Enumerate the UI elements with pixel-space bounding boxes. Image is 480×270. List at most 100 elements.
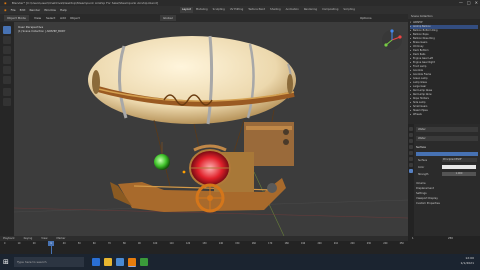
tab-scripting[interactable]: Scripting <box>341 7 357 13</box>
windows-start-icon[interactable]: ⊞ <box>3 257 9 267</box>
frame-number: 200 <box>317 242 322 245</box>
outliner-row[interactable]: ▸ Wheels <box>410 113 478 117</box>
store-icon[interactable] <box>116 258 124 266</box>
frame-number: 180 <box>284 242 289 245</box>
outliner[interactable]: Scene Collection ▾ AIRSHIP ▸ Airship Ballo… <box>408 14 480 124</box>
frame-number: 110 <box>169 242 174 245</box>
frame-number: 70 <box>107 242 111 245</box>
frame-ruler[interactable]: 0 10 20 30 40 50 60 70 80 90 100 110 120… <box>0 242 408 246</box>
render-tab-icon[interactable] <box>409 133 413 137</box>
properties-tabs <box>408 124 414 236</box>
world-tab-icon[interactable] <box>409 151 413 155</box>
output-tab-icon[interactable] <box>409 139 413 143</box>
tab-compositing[interactable]: Compositing <box>320 7 340 13</box>
blender-taskbar-icon[interactable] <box>128 258 136 267</box>
scale-icon[interactable] <box>3 66 11 74</box>
tab-layout[interactable]: Layout <box>180 7 193 13</box>
settings-section[interactable]: Settings <box>416 192 427 195</box>
object-tab-icon[interactable] <box>409 157 413 161</box>
annotate-icon[interactable] <box>3 88 11 96</box>
material-tab-icon[interactable] <box>409 169 413 173</box>
select-menu[interactable]: Select <box>46 15 55 21</box>
outliner-header: Scene Collection <box>408 14 480 19</box>
taskbar: ⊞ Type here to search 12:00 1/1/2021 <box>0 254 480 270</box>
marker-menu[interactable]: Marker <box>56 237 65 240</box>
select-box-icon[interactable] <box>3 26 11 34</box>
frame-number: 80 <box>122 242 126 245</box>
add-menu[interactable]: Add <box>60 15 66 21</box>
displacement-section[interactable]: Displacement <box>416 187 434 190</box>
surface-label: Surface <box>418 159 428 162</box>
view-menu[interactable]: View <box>34 15 41 21</box>
frame-number: 60 <box>92 242 96 245</box>
tab-shading[interactable]: Shading <box>268 7 283 13</box>
frame-number: 220 <box>350 242 355 245</box>
material-selector[interactable]: Water <box>416 136 478 141</box>
object-menu[interactable]: Object <box>70 15 80 21</box>
playback-menu[interactable]: Playback <box>3 237 15 240</box>
menu-edit[interactable]: Edit <box>20 8 26 12</box>
mode-selector[interactable]: Object Mode <box>4 15 29 21</box>
timeline-status: 1 250 <box>408 236 480 254</box>
move-icon[interactable] <box>3 46 11 54</box>
tab-sculpting[interactable]: Sculpting <box>211 7 227 13</box>
tab-texture-paint[interactable]: Texture Paint <box>246 7 267 13</box>
frame-number: 100 <box>153 242 158 245</box>
frame-number: 150 <box>235 242 240 245</box>
transform-orientation[interactable]: Global <box>160 15 176 21</box>
frame-number: 130 <box>202 242 207 245</box>
timeline[interactable]: Playback Keying View Marker 0 10 20 30 4… <box>0 236 408 254</box>
tab-uv-editing[interactable]: UV Editing <box>228 7 246 13</box>
material-name: Water <box>418 128 426 131</box>
frame-number: 50 <box>77 242 81 245</box>
end-frame[interactable]: 250 <box>448 237 453 240</box>
properties-panel[interactable]: Water Water Surface Surface Principled B… <box>408 124 480 236</box>
frame-number: 90 <box>138 242 141 245</box>
tab-modeling[interactable]: Modeling <box>194 7 210 13</box>
view-menu-timeline[interactable]: View <box>41 237 47 240</box>
tab-rendering[interactable]: Rendering <box>302 7 319 13</box>
frame-number: 140 <box>218 242 224 245</box>
viewport-header: Object Mode View Select Add Object Globa… <box>0 14 408 22</box>
volume-section[interactable]: Volume <box>416 182 426 185</box>
surface-header[interactable]: Surface <box>416 146 478 150</box>
options-menu[interactable]: Options <box>360 15 372 21</box>
frame-number: 240 <box>383 242 388 245</box>
clock-time[interactable]: 12:00 <box>465 256 474 260</box>
measure-icon[interactable] <box>3 98 11 106</box>
strength-field[interactable]: 1.000 <box>442 172 476 176</box>
surface-shader-field[interactable]: Principled BSDF <box>442 158 477 162</box>
blender-menu-icon[interactable]: ◉ <box>4 8 7 12</box>
color-swatch[interactable] <box>442 165 476 169</box>
cursor-icon[interactable] <box>3 36 11 44</box>
3d-viewport[interactable]: User Perspective (1) Scene Collection | … <box>14 22 408 236</box>
surface-bar[interactable] <box>416 152 478 156</box>
surface-section-title: Surface <box>416 146 426 149</box>
frame-number: 190 <box>301 242 306 245</box>
start-frame[interactable]: 1 <box>412 237 414 240</box>
modifier-tab-icon[interactable] <box>409 163 413 167</box>
tool-shelf <box>0 22 14 236</box>
viewport-display-section[interactable]: Viewport Display <box>416 197 438 200</box>
timeline-header: Playback Keying View Marker <box>0 236 408 241</box>
menu-help[interactable]: Help <box>60 8 67 12</box>
file-explorer-icon[interactable] <box>104 258 112 266</box>
tab-animation[interactable]: Animation <box>284 7 301 13</box>
chrome-icon[interactable] <box>140 258 148 266</box>
scene-tab-icon[interactable] <box>409 145 413 149</box>
keying-menu[interactable]: Keying <box>24 237 33 240</box>
frame-number: 160 <box>251 242 256 245</box>
transform-icon[interactable] <box>3 76 11 84</box>
tool-tab-icon[interactable] <box>409 127 413 131</box>
clock-date[interactable]: 1/1/2021 <box>461 261 474 265</box>
menu-render[interactable]: Render <box>29 8 40 12</box>
menu-file[interactable]: File <box>11 8 16 12</box>
airship-model[interactable] <box>14 22 408 236</box>
rotate-icon[interactable] <box>3 56 11 64</box>
edge-icon[interactable] <box>92 258 100 266</box>
material-slot[interactable]: Water <box>416 127 478 132</box>
frame-number: 0 <box>4 242 6 245</box>
menu-window[interactable]: Window <box>44 8 56 12</box>
custom-properties-section[interactable]: Custom Properties <box>416 202 440 205</box>
search-box[interactable]: Type here to search <box>14 257 84 267</box>
